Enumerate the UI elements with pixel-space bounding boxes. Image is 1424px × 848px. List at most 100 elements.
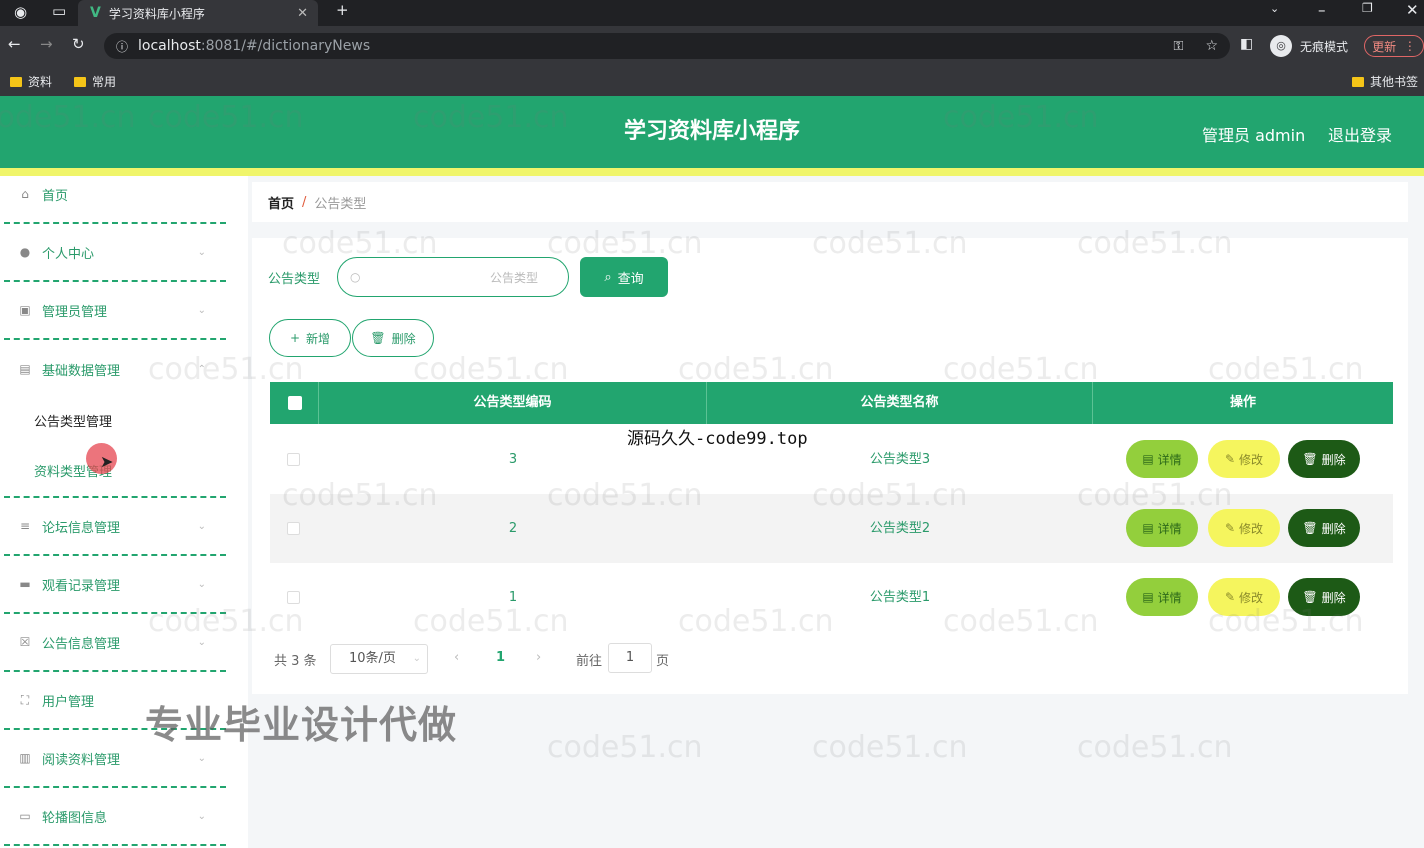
edit-button[interactable]: ✎ 修改 [1208,509,1280,547]
new-tab-button[interactable]: + [336,1,349,19]
row-checkbox[interactable] [287,591,300,604]
search-icon: ○ [350,270,361,284]
trash-icon: 🗑 [1302,521,1318,535]
detail-label: 详情 [1157,452,1182,467]
url-path: :8081/#/dictionaryNews [200,38,371,54]
row-checkbox[interactable] [287,522,300,535]
chevron-down-icon: ⌄ [197,810,206,822]
delete-button-label: 删除 [391,331,416,346]
bookmark-folder[interactable]: 常用 [74,73,116,90]
star-icon[interactable]: ☆ [1205,38,1218,54]
column-header-name: 公告类型名称 [707,382,1093,424]
folder-icon [1352,76,1364,87]
detail-button[interactable]: ▤ 详情 [1126,509,1198,547]
pagination: 共 3 条 10条/页 ⌄ ‹ 1 › 前往 1 页 [274,640,774,676]
batch-delete-button[interactable]: 🗑 删除 [352,319,434,357]
page-number[interactable]: 1 [496,650,505,665]
sidebar-item-notice[interactable]: ☒ 公告信息管理 ⌄ [4,614,226,672]
page-size-value: 10条/页 [349,651,396,666]
table-row: 3 公告类型3 ▤ 详情 ✎ 修改 🗑 删除 [270,425,1393,494]
chevron-down-icon: ⌄ [197,520,206,532]
add-button[interactable]: + 新增 [269,319,351,357]
chevron-down-icon: ⌄ [197,246,206,258]
chevron-up-icon: ⌃ [197,363,206,375]
query-button[interactable]: ⌕ 查询 [580,257,668,297]
chevron-down-icon: ⌄ [197,304,206,316]
update-button[interactable]: 更新 ⋮ [1364,35,1424,57]
delete-label: 删除 [1321,521,1346,536]
globe-icon[interactable]: ◉ [14,3,27,21]
bookmark-folder[interactable]: 资料 [10,73,52,90]
logout-link[interactable]: 退出登录 [1328,122,1392,146]
restore-icon[interactable]: ❐ [1362,1,1373,15]
minimize-icon[interactable]: – [1318,1,1326,19]
search-input[interactable]: ○ 公告类型 [337,257,569,297]
back-icon[interactable]: ← [8,35,21,53]
next-page-icon[interactable]: › [536,650,541,665]
goto-label: 前往 [576,654,603,669]
browser-tab[interactable]: V 学习资料库小程序 ✕ [78,0,318,26]
pencil-icon: ✎ [1224,452,1236,466]
info-icon[interactable]: ⓘ [116,38,128,55]
search-placeholder: 公告类型 [489,270,538,285]
breadcrumb-home[interactable]: 首页 [268,193,294,212]
document-icon: ▤ [1142,590,1154,604]
breadcrumb-separator: / [302,194,307,210]
page-size-select[interactable]: 10条/页 ⌄ [330,644,428,674]
window-icon[interactable]: ▭ [52,2,66,20]
select-all-checkbox[interactable] [288,396,302,410]
forward-icon[interactable]: → [40,35,53,53]
chat-icon: ▤ [19,362,31,376]
other-bookmarks[interactable]: 其他书签 [1352,73,1418,90]
edit-label: 修改 [1239,521,1264,536]
sidebar-item-profile[interactable]: ● 个人中心 ⌄ [4,224,226,282]
prev-page-icon[interactable]: ‹ [454,650,459,665]
query-button-label: 查询 [617,271,644,287]
sidebar-item-home[interactable]: ⌂ 首页 [4,166,226,224]
detail-button[interactable]: ▤ 详情 [1126,440,1198,478]
cell-code: 1 [508,590,518,605]
url-host: localhost [138,38,201,54]
fullscreen-icon: ⛶ [20,693,30,707]
sidebar-item-label: 阅读资料管理 [42,752,121,768]
mouse-cursor-icon: ➤ [100,452,114,471]
delete-button[interactable]: 🗑 删除 [1288,578,1360,616]
sidepanel-icon[interactable]: ◧ [1240,36,1253,52]
breadcrumb: 首页 / 公告类型 [252,182,1408,222]
close-window-icon[interactable]: ✕ [1406,1,1419,19]
sidebar-item-forum[interactable]: ≡ 论坛信息管理 ⌄ [4,498,226,556]
trash-icon: 🗑 [370,331,386,345]
key-icon[interactable]: ⚿ [1174,39,1184,54]
chevron-down-icon: ⌄ [197,752,206,764]
edit-button[interactable]: ✎ 修改 [1208,578,1280,616]
sidebar-item-label: 个人中心 [42,246,95,262]
sidebar-item-carousel[interactable]: ▭ 轮播图信息 ⌄ [4,788,226,846]
other-bookmarks-label: 其他书签 [1370,75,1419,89]
sidebar-item-label: 基础数据管理 [42,363,121,379]
address-bar[interactable]: ⓘ localhost:8081/#/dictionaryNews ⚿ ☆ [104,33,1230,59]
detail-button[interactable]: ▤ 详情 [1126,578,1198,616]
bookmarks-bar: 资料 常用 其他书签 [0,66,1424,96]
tab-list-icon[interactable]: ⌄ [1270,2,1279,15]
search-icon: ⌕ [604,269,612,285]
sidebar-item-basedata[interactable]: ▤ 基础数据管理 ⌃ [4,340,226,398]
delete-button[interactable]: 🗑 删除 [1288,440,1360,478]
sidebar-item-admins[interactable]: ▣ 管理员管理 ⌄ [4,282,226,340]
row-checkbox[interactable] [287,453,300,466]
plus-icon: + [289,331,301,345]
source-overlay-text: 源码久久-code99.top [627,429,808,449]
edit-button[interactable]: ✎ 修改 [1208,440,1280,478]
chevron-down-icon: ⌄ [412,653,421,664]
sidebar-item-label: 观看记录管理 [42,578,121,594]
incognito-icon[interactable]: ◎ [1270,35,1292,57]
goto-page-input[interactable]: 1 [608,643,652,673]
cell-name: 公告类型1 [869,590,931,605]
breadcrumb-current: 公告类型 [314,196,367,212]
reload-icon[interactable]: ↻ [72,35,85,53]
submenu-notice-type[interactable]: 公告类型管理 [34,411,112,430]
edit-label: 修改 [1239,452,1264,467]
sidebar-item-watch[interactable]: ▬ 观看记录管理 ⌄ [4,556,226,614]
sidebar-item-label: 管理员管理 [42,304,108,320]
delete-button[interactable]: 🗑 删除 [1288,509,1360,547]
tab-close-icon[interactable]: ✕ [297,6,308,21]
